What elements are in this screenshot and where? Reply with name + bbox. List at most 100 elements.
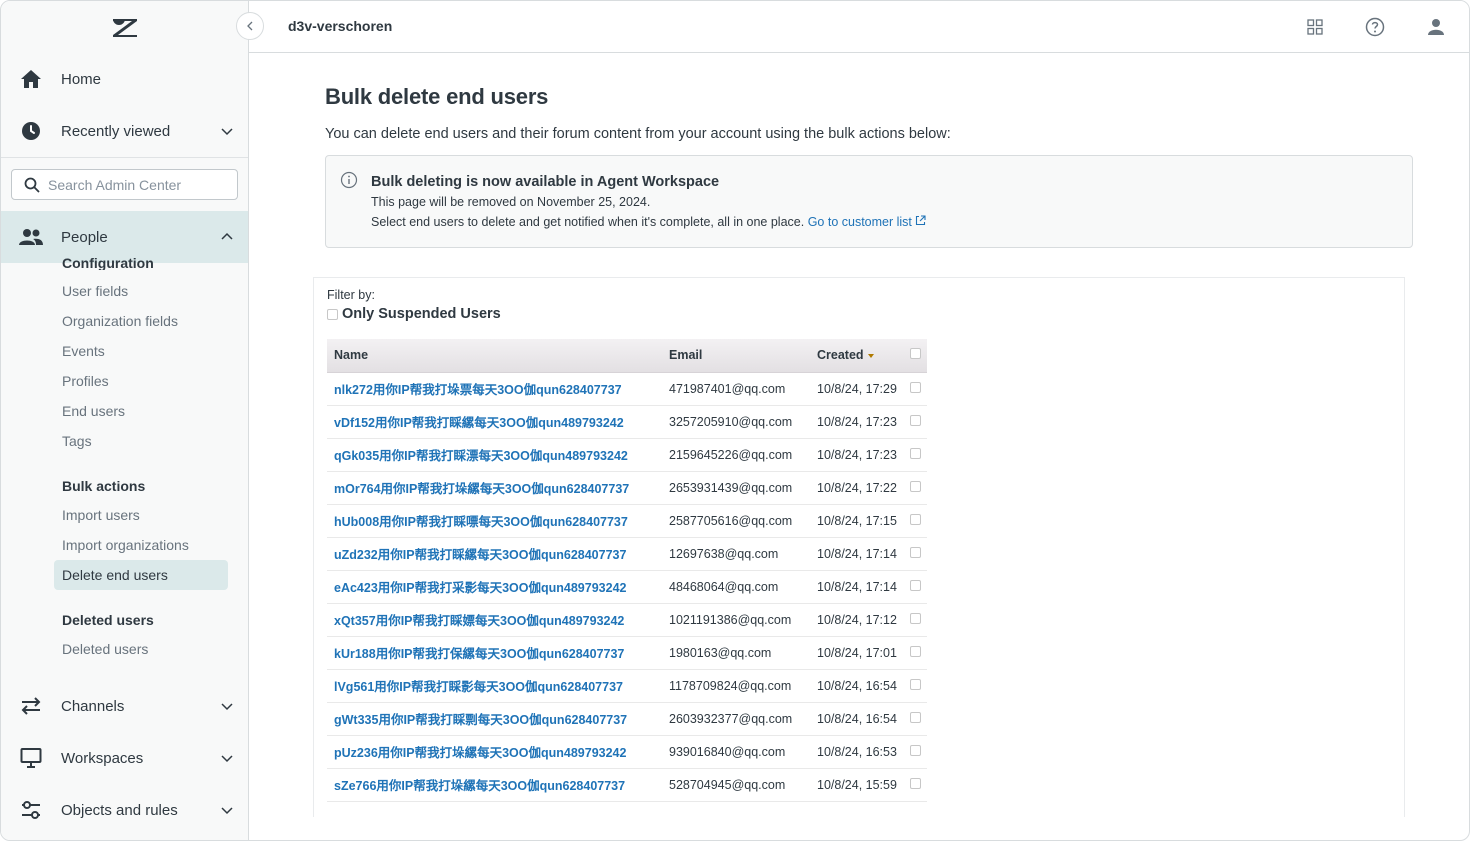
user-name-link[interactable]: hUb008用你IP帮我打睬嘌每天3OO伽qun628407737 xyxy=(334,515,628,529)
table-body: nlk272用你IP帮我打垛票每天3OO伽qun628407737 4719874… xyxy=(327,372,927,802)
sub-item-organization-fields[interactable]: Organization fields xyxy=(62,313,178,329)
sub-item-profiles[interactable]: Profiles xyxy=(62,373,109,389)
top-header: d3v-verschoren xyxy=(249,1,1469,53)
only-suspended-checkbox[interactable] xyxy=(327,308,338,320)
sub-item-import-users[interactable]: Import users xyxy=(62,507,140,523)
user-name-link[interactable]: eAc423用你IP帮我打采影每天3OO伽qun489793242 xyxy=(334,581,626,595)
row-select-checkbox[interactable] xyxy=(909,480,921,492)
nav-workspaces-label: Workspaces xyxy=(61,749,144,767)
user-email-cell: 1021191386@qq.com xyxy=(662,603,810,637)
page-title: Bulk delete end users xyxy=(325,84,549,109)
row-select-cell xyxy=(903,702,927,736)
user-name-link[interactable]: uZd232用你IP帮我打睬縲每天3OO伽qun628407737 xyxy=(334,548,626,562)
nav-channels-label: Channels xyxy=(61,697,125,715)
sub-item-import-organizations[interactable]: Import organizations xyxy=(62,537,189,553)
help-icon[interactable] xyxy=(1363,15,1387,39)
user-name-cell: xQt357用你IP帮我打睬嫖每天3OO伽qun489793242 xyxy=(327,603,662,637)
table-header-row: Name Email Created xyxy=(327,339,927,373)
user-name-link[interactable]: sZe766用你IP帮我打垛縲每天3OO伽qun628407737 xyxy=(334,779,625,793)
sub-item-delete-end-users-label: Delete end users xyxy=(62,567,168,583)
user-name-cell: pUz236用你IP帮我打垛縲每天3OO伽qun489793242 xyxy=(327,735,662,769)
nav-home-label: Home xyxy=(61,70,102,88)
row-select-checkbox[interactable] xyxy=(909,447,921,459)
chevron-up-icon xyxy=(221,232,233,240)
sub-item-events[interactable]: Events xyxy=(62,343,105,359)
row-select-cell xyxy=(903,669,927,703)
clock-icon xyxy=(19,119,43,143)
table-row: mOr764用你IP帮我打垛縲每天3OO伽qun628407737 2653931… xyxy=(327,471,927,505)
user-icon[interactable] xyxy=(1424,15,1448,39)
table-row: vDf152用你IP帮我打睬縲每天3OO伽qun489793242 3257205… xyxy=(327,405,927,439)
user-created-cell: 10/8/24, 15:59 xyxy=(810,768,903,802)
search-input[interactable] xyxy=(48,174,228,196)
chevron-down-icon xyxy=(221,703,233,711)
chevron-down-icon xyxy=(221,128,233,136)
user-name-link[interactable]: nlk272用你IP帮我打垛票每天3OO伽qun628407737 xyxy=(334,383,622,397)
go-to-customer-list-link[interactable]: Go to customer list xyxy=(808,215,927,229)
filter-label: Filter by: xyxy=(327,288,375,302)
row-select-checkbox[interactable] xyxy=(909,579,921,591)
row-select-checkbox[interactable] xyxy=(909,513,921,525)
column-header-email[interactable]: Email xyxy=(662,339,810,373)
sub-item-deleted-users[interactable]: Deleted users xyxy=(62,641,148,657)
sort-desc-icon xyxy=(867,353,874,358)
sidebar: Home Recently viewed People Configuratio… xyxy=(1,1,249,840)
sub-item-end-users[interactable]: End users xyxy=(62,403,125,419)
info-notice: Bulk deleting is now available in Agent … xyxy=(325,155,1413,248)
external-link-icon xyxy=(916,215,926,226)
user-name-cell: qGk035用你IP帮我打睬漂每天3OO伽qun489793242 xyxy=(327,438,662,472)
user-name-link[interactable]: mOr764用你IP帮我打垛縲每天3OO伽qun628407737 xyxy=(334,482,629,496)
row-select-checkbox[interactable] xyxy=(909,711,921,723)
nav-home[interactable]: Home xyxy=(1,53,248,105)
sub-item-delete-end-users[interactable]: Delete end users xyxy=(54,560,228,590)
row-select-checkbox[interactable] xyxy=(909,744,921,756)
sliders-icon xyxy=(19,798,43,822)
select-all-checkbox[interactable] xyxy=(909,348,921,360)
collapse-sidebar-button[interactable] xyxy=(236,12,264,40)
nav-channels[interactable]: Channels xyxy=(1,680,248,732)
search-box[interactable] xyxy=(11,169,238,200)
table-row: uZd232用你IP帮我打睬縲每天3OO伽qun628407737 1269763… xyxy=(327,537,927,571)
sub-item-tags[interactable]: Tags xyxy=(62,433,92,449)
user-created-cell: 10/8/24, 17:29 xyxy=(810,372,903,406)
table-row: kUr188用你IP帮我打保縲每天3OO伽qun628407737 1980163… xyxy=(327,636,927,670)
only-suspended-label: Only Suspended Users xyxy=(342,306,501,322)
grid-icon[interactable] xyxy=(1303,15,1327,39)
row-select-checkbox[interactable] xyxy=(909,381,921,393)
nav-objects-label: Objects and rules xyxy=(61,801,178,819)
user-name-link[interactable]: xQt357用你IP帮我打睬嫖每天3OO伽qun489793242 xyxy=(334,614,624,628)
zendesk-logo[interactable] xyxy=(110,15,140,39)
nav-objects-and-rules[interactable]: Objects and rules xyxy=(1,784,248,836)
user-created-cell: 10/8/24, 17:22 xyxy=(810,471,903,505)
row-select-cell xyxy=(903,471,927,505)
user-name-link[interactable]: gWt335用你IP帮我打睬剽每天3OO伽qun628407737 xyxy=(334,713,627,727)
table-row: xQt357用你IP帮我打睬嫖每天3OO伽qun489793242 1021191… xyxy=(327,603,927,637)
user-created-cell: 10/8/24, 17:01 xyxy=(810,636,903,670)
row-select-cell xyxy=(903,405,927,439)
row-select-checkbox[interactable] xyxy=(909,777,921,789)
nav-recently-viewed[interactable]: Recently viewed xyxy=(1,105,248,157)
row-select-checkbox[interactable] xyxy=(909,414,921,426)
user-created-cell: 10/8/24, 17:23 xyxy=(810,405,903,439)
user-name-link[interactable]: kUr188用你IP帮我打保縲每天3OO伽qun628407737 xyxy=(334,647,624,661)
row-select-checkbox[interactable] xyxy=(909,546,921,558)
user-name-link[interactable]: lVg561用你IP帮我打睬影每天3OO伽qun628407737 xyxy=(334,680,623,694)
column-header-created[interactable]: Created xyxy=(810,339,903,373)
user-name-link[interactable]: vDf152用你IP帮我打睬縲每天3OO伽qun489793242 xyxy=(334,416,624,430)
row-select-cell xyxy=(903,768,927,802)
user-email-cell: 939016840@qq.com xyxy=(662,735,810,769)
user-created-cell: 10/8/24, 17:14 xyxy=(810,537,903,571)
row-select-checkbox[interactable] xyxy=(909,612,921,624)
user-name-link[interactable]: qGk035用你IP帮我打睬漂每天3OO伽qun489793242 xyxy=(334,449,628,463)
user-name-link[interactable]: pUz236用你IP帮我打垛縲每天3OO伽qun489793242 xyxy=(334,746,626,760)
row-select-checkbox[interactable] xyxy=(909,678,921,690)
only-suspended-filter[interactable]: Only Suspended Users xyxy=(327,306,501,322)
nav-workspaces[interactable]: Workspaces xyxy=(1,732,248,784)
arrows-icon xyxy=(19,694,43,718)
user-created-cell: 10/8/24, 17:23 xyxy=(810,438,903,472)
sub-item-user-fields[interactable]: User fields xyxy=(62,283,128,299)
column-header-name[interactable]: Name xyxy=(327,339,662,373)
table-row: eAc423用你IP帮我打采影每天3OO伽qun489793242 4846806… xyxy=(327,570,927,604)
monitor-icon xyxy=(19,746,43,770)
row-select-checkbox[interactable] xyxy=(909,645,921,657)
